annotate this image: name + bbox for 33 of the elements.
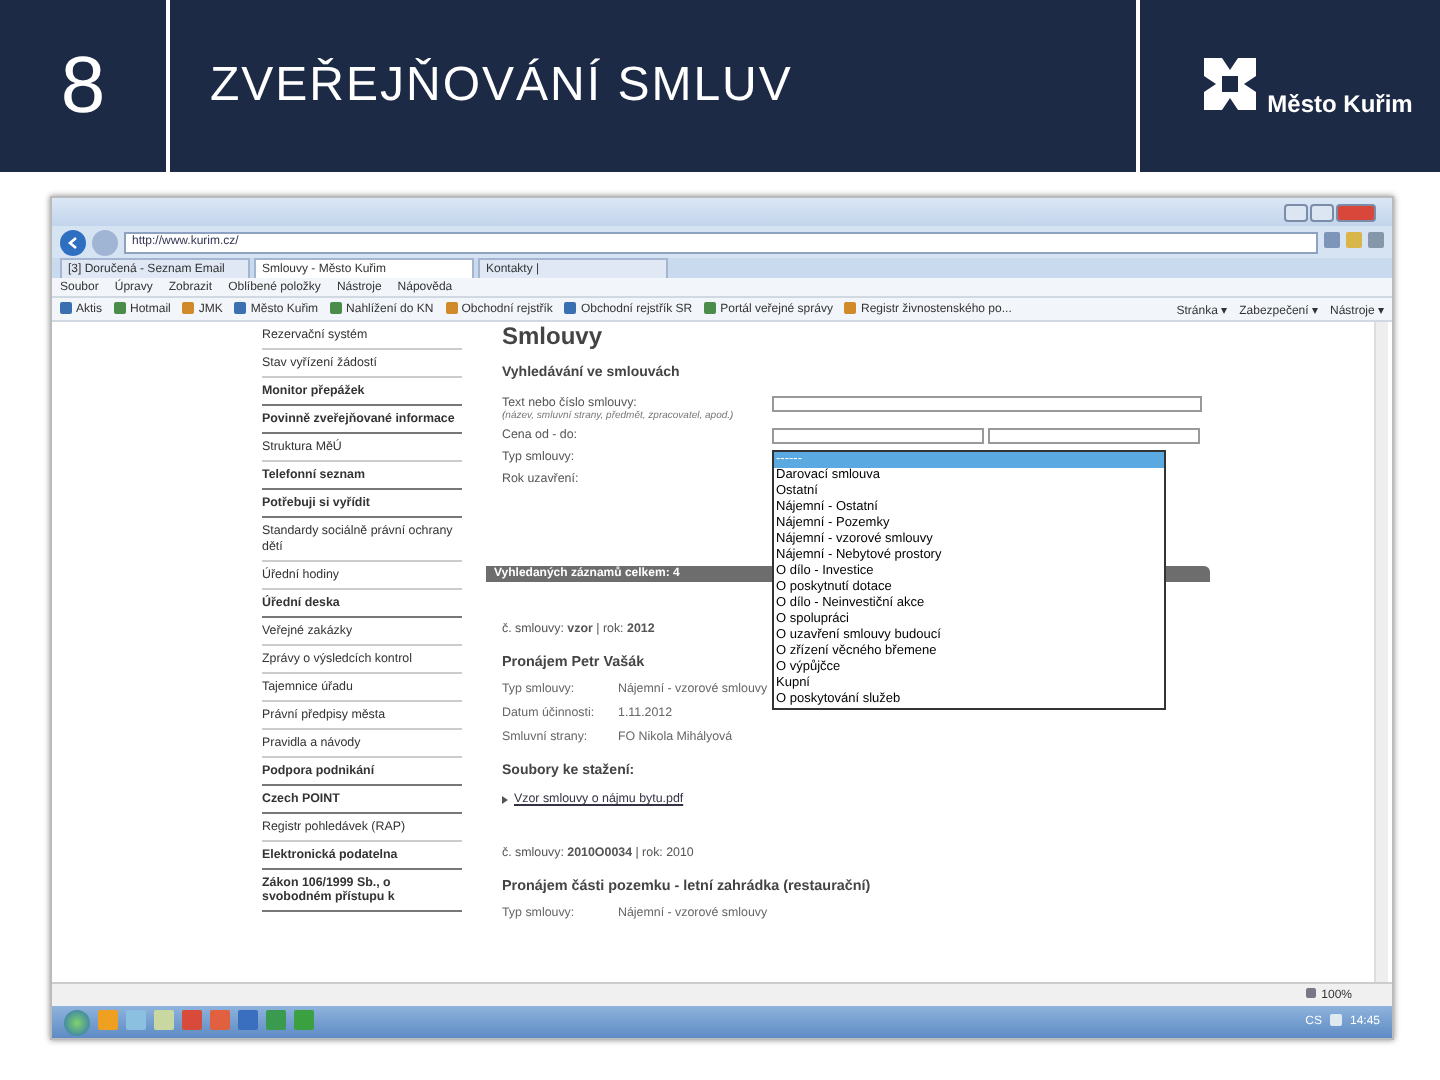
close-button[interactable] xyxy=(1336,203,1376,221)
app-icon xyxy=(210,1010,230,1034)
page-icon xyxy=(234,301,247,317)
bullet-icon xyxy=(502,795,508,803)
scrollbar[interactable] xyxy=(1374,322,1388,982)
slide-title: ZVEŘEJŇOVÁNÍ SMLUV xyxy=(170,0,1140,172)
page-icon xyxy=(844,301,857,317)
slide-number: 8 xyxy=(0,0,170,172)
page-icon xyxy=(330,301,343,317)
start-button[interactable] xyxy=(64,1009,90,1035)
minimize-button[interactable] xyxy=(1284,203,1308,221)
app-icon xyxy=(182,1010,202,1034)
logo-text: Město Kuřim xyxy=(1267,90,1413,118)
app-icon xyxy=(98,1010,118,1034)
page-heading: Smlouvy xyxy=(500,322,605,350)
page-icon xyxy=(114,301,127,317)
price-to-field[interactable] xyxy=(988,428,1200,444)
text-field[interactable] xyxy=(772,396,1202,412)
dropdown-list[interactable] xyxy=(772,450,1166,710)
app-icon xyxy=(154,1010,174,1034)
page-icon xyxy=(564,301,577,317)
page-icon xyxy=(445,301,458,317)
app-icon xyxy=(294,1010,314,1034)
page-icon xyxy=(182,301,195,317)
logo-icon xyxy=(1200,54,1260,114)
maximize-button[interactable] xyxy=(1310,203,1334,221)
app-icon xyxy=(238,1010,258,1034)
price-from-field[interactable] xyxy=(772,428,984,444)
app-icon xyxy=(266,1010,286,1034)
app-icon xyxy=(126,1010,146,1034)
page-icon xyxy=(704,301,717,317)
page-icon xyxy=(60,301,72,317)
back-button[interactable] xyxy=(60,229,86,255)
